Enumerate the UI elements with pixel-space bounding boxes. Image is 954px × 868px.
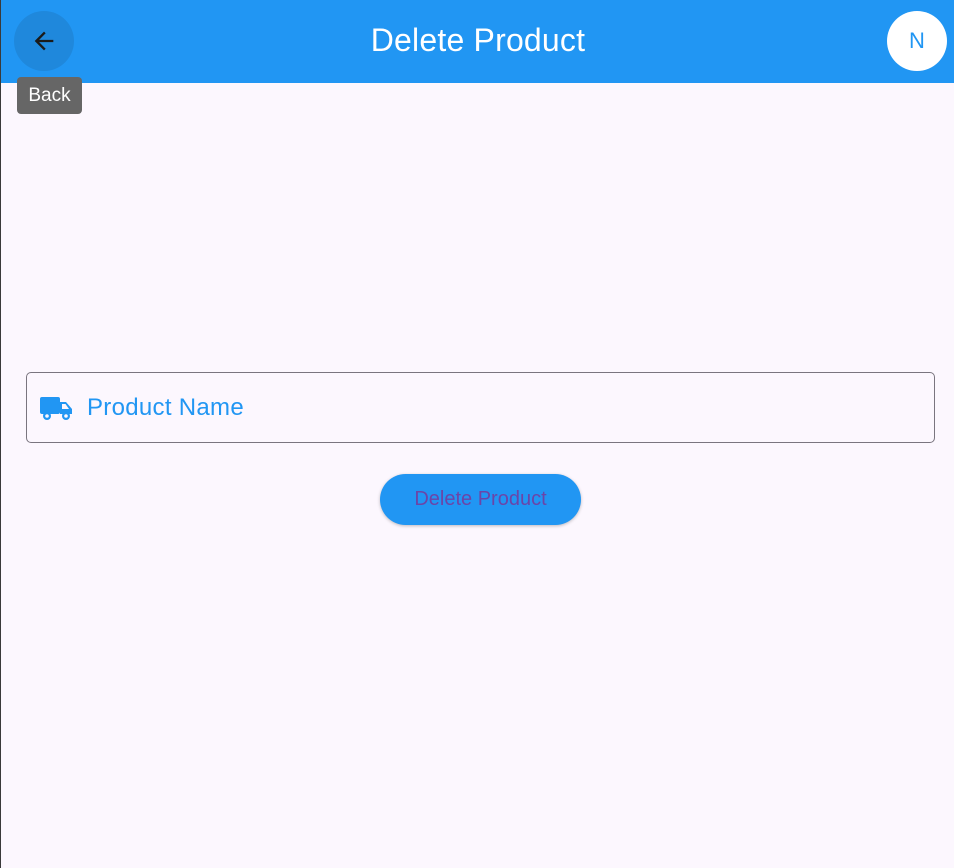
- page-title: Delete Product: [370, 22, 586, 58]
- delete-product-button[interactable]: Delete Product: [380, 474, 581, 525]
- app-bar: Delete Product N: [1, 0, 954, 83]
- truck-icon: [40, 397, 72, 420]
- back-tooltip: Back: [17, 77, 82, 114]
- product-name-label: Product Name: [87, 394, 244, 421]
- product-name-field[interactable]: Product Name: [26, 372, 935, 443]
- app-window: Delete Product N Back Product Name Delet…: [0, 0, 954, 868]
- user-avatar[interactable]: N: [887, 11, 947, 71]
